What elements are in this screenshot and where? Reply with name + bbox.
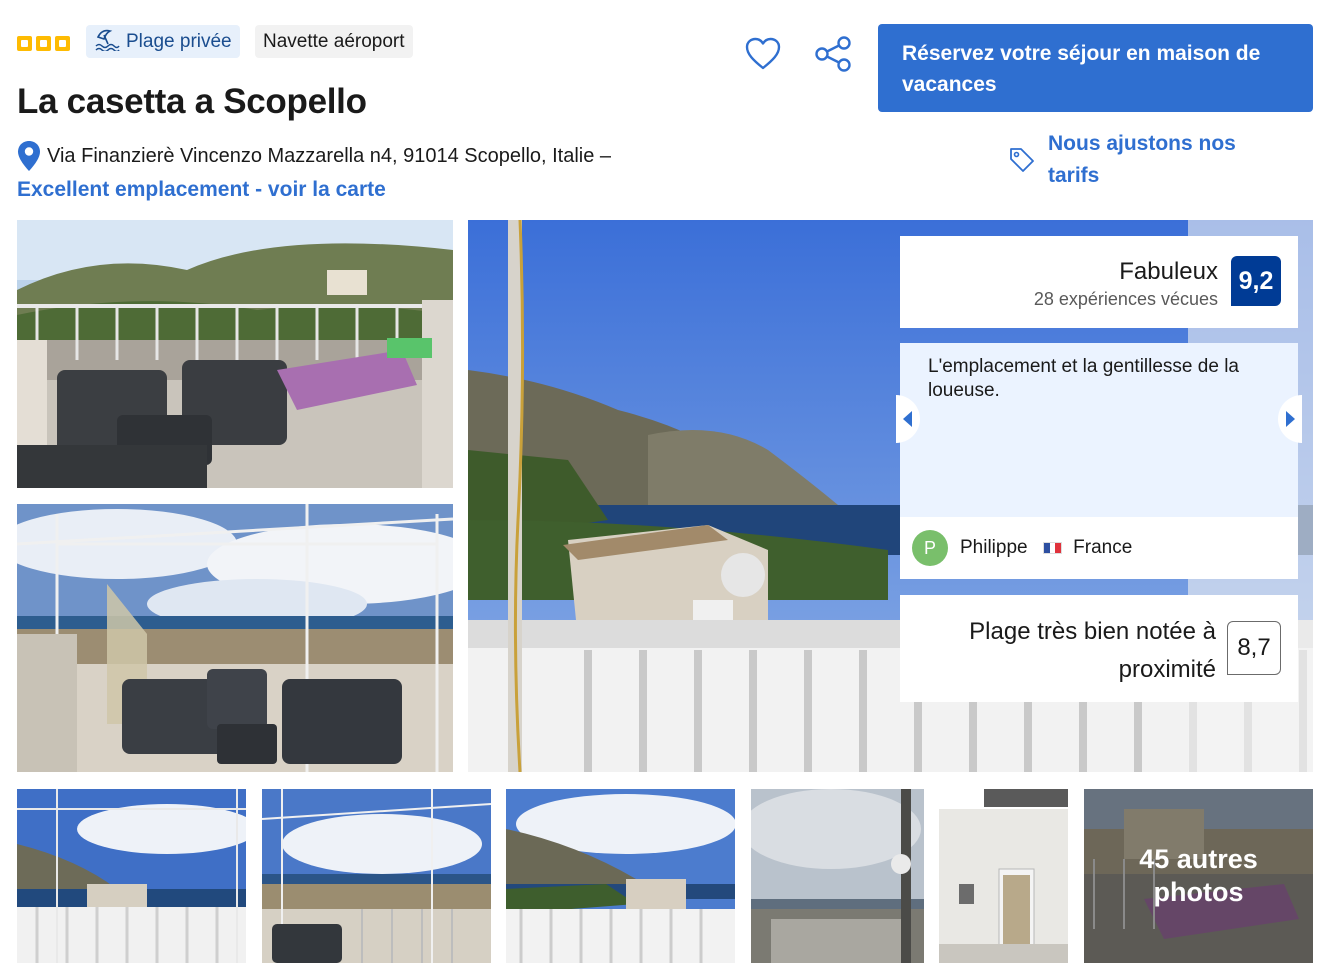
previous-review-button[interactable] — [896, 395, 920, 443]
chevron-right-icon — [1286, 411, 1295, 427]
review-count: 28 expériences vécues — [1033, 289, 1218, 309]
score-word: Fabuleux — [1119, 258, 1218, 285]
thumbnail-photo[interactable] — [506, 789, 735, 963]
heart-icon — [745, 37, 781, 70]
share-button[interactable] — [813, 34, 853, 74]
map-pin-icon — [18, 141, 40, 171]
star-icon — [17, 36, 32, 51]
price-tag-icon — [1008, 146, 1036, 192]
review-score-card[interactable]: Fabuleux 28 expériences vécues 9,2 — [900, 236, 1298, 328]
price-match-note[interactable]: Nous ajustons nos tarifs — [1008, 128, 1258, 192]
score-text: Fabuleux 28 expériences vécues — [1034, 258, 1218, 310]
view-map-link[interactable]: Excellent emplacement - voir la carte — [17, 178, 386, 202]
star-icon — [55, 36, 70, 51]
reviewer-row: P Philippe France — [900, 517, 1298, 579]
nearby-score-badge: 8,7 — [1227, 621, 1281, 675]
reviewer-name: Philippe — [960, 537, 1028, 558]
avatar: P — [912, 530, 948, 566]
star-icon — [36, 36, 51, 51]
property-title: La casetta a Scopello — [17, 82, 367, 121]
guest-review-card: L'emplacement et la gentillesse de la lo… — [896, 343, 1302, 579]
address-text: Via Finanzierè Vincenzo Mazzarella n4, 9… — [47, 144, 612, 167]
thumbnail-photo[interactable] — [751, 789, 924, 963]
photo-terrace-pergola[interactable] — [17, 504, 453, 772]
thumbnail-photo[interactable] — [17, 789, 246, 963]
thumbnail-photo[interactable] — [939, 789, 1068, 963]
reserve-button[interactable]: Réservez votre séjour en maison de vacan… — [878, 24, 1313, 112]
more-photos-thumbnail[interactable]: 45 autres photos — [1084, 789, 1313, 963]
price-note-text[interactable]: Nous ajustons nos tarifs — [1048, 128, 1258, 192]
address-row: Via Finanzierè Vincenzo Mazzarella n4, 9… — [17, 140, 611, 172]
chip-label: Navette aéroport — [263, 30, 405, 52]
score-badge: 9,2 — [1231, 256, 1281, 306]
beach-icon — [94, 27, 120, 57]
review-quote: L'emplacement et la gentillesse de la lo… — [928, 356, 1239, 401]
star-rating — [17, 36, 70, 51]
france-flag-icon — [1042, 541, 1062, 554]
airport-shuttle-chip: Navette aéroport — [255, 25, 413, 58]
share-icon — [815, 36, 851, 72]
nearby-label: Plage très bien notée à proximité — [969, 618, 1216, 683]
nearby-beach-card[interactable]: Plage très bien notée à proximité 8,7 — [900, 595, 1298, 702]
more-photos-label[interactable]: 45 autres photos — [1084, 789, 1313, 963]
chip-label: Plage privée — [126, 30, 232, 52]
photo-terrace-lounge[interactable] — [17, 220, 453, 488]
chevron-left-icon — [903, 411, 912, 427]
reviewer-info: Philippe France — [960, 537, 1132, 559]
next-review-button[interactable] — [1278, 395, 1302, 443]
private-beach-chip: Plage privée — [86, 25, 240, 58]
reviewer-country: France — [1073, 537, 1133, 558]
save-favorite-button[interactable] — [743, 34, 783, 74]
thumbnail-photo[interactable] — [262, 789, 491, 963]
